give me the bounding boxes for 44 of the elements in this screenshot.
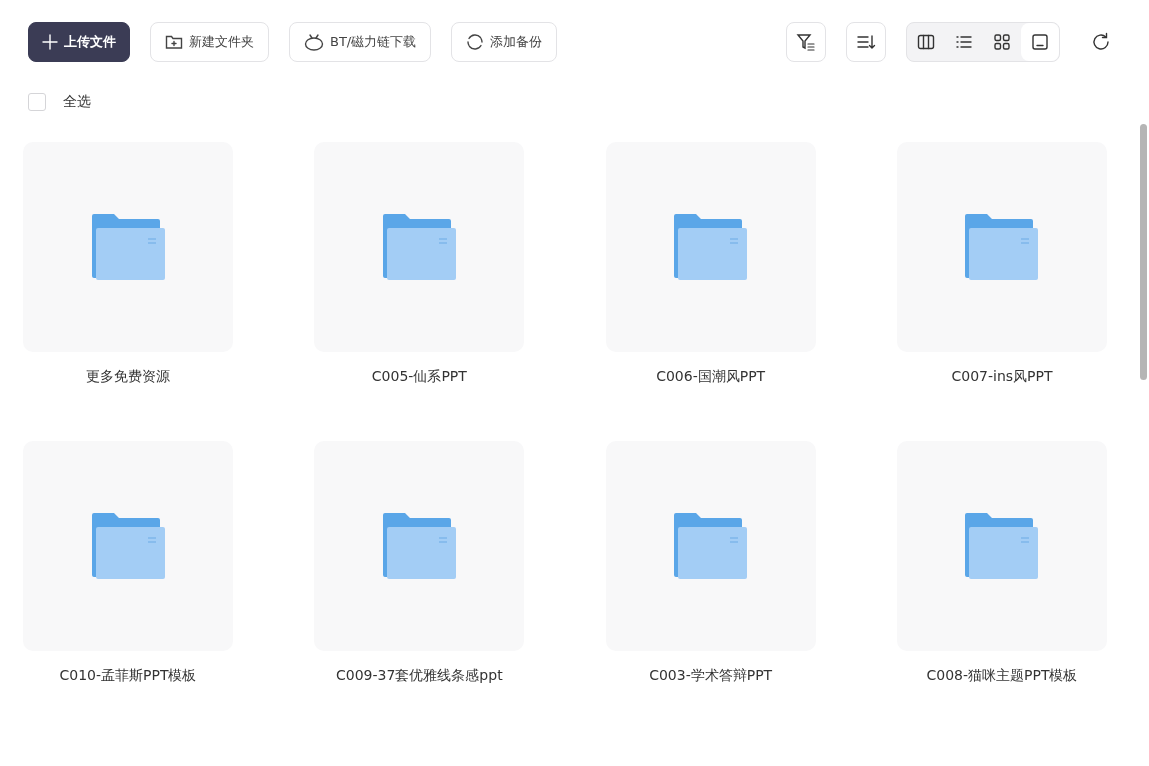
folder-name[interactable]: 更多免费资源 xyxy=(86,366,170,386)
folder-plus-icon xyxy=(165,34,183,50)
folder-card[interactable] xyxy=(314,441,525,651)
folder-name[interactable]: C010-孟菲斯PPT模板 xyxy=(59,665,197,685)
select-all-label[interactable]: 全选 xyxy=(63,93,91,111)
toolbar-button[interactable]: 新建文件夹 xyxy=(150,22,269,62)
folder-name[interactable]: C007-ins风PPT xyxy=(951,366,1053,386)
folder-icon xyxy=(382,214,456,280)
folder-icon xyxy=(965,214,1039,280)
sync-icon xyxy=(466,33,485,51)
folder-icon xyxy=(965,513,1039,579)
list-icon xyxy=(955,33,973,51)
toolbar-button[interactable]: 添加备份 xyxy=(451,22,558,62)
toolbar-button[interactable]: BT/磁力链下载 xyxy=(289,22,432,62)
folder-icon xyxy=(91,214,165,280)
refresh-icon xyxy=(1091,32,1111,52)
folder-card[interactable] xyxy=(605,142,816,352)
folder-card[interactable] xyxy=(23,441,233,651)
folder-name[interactable]: C009-37套优雅线条感ppt xyxy=(336,665,503,685)
folder-card[interactable] xyxy=(897,441,1107,651)
plus-icon xyxy=(42,34,58,50)
filter-button[interactable] xyxy=(786,22,826,62)
preview-icon xyxy=(1031,33,1049,51)
columns-icon xyxy=(917,33,935,51)
folder-name[interactable]: C008-猫咪主题PPT模板 xyxy=(926,665,1078,685)
folder-icon xyxy=(91,513,165,579)
folder-icon xyxy=(382,513,456,579)
folder-card[interactable] xyxy=(605,441,816,651)
sort-button[interactable] xyxy=(846,22,886,62)
folder-name[interactable]: C005-仙系PPT xyxy=(371,366,467,386)
scrollbar-thumb[interactable] xyxy=(1140,124,1147,380)
select-all-checkbox[interactable] xyxy=(28,93,46,111)
upload-button[interactable]: 上传文件 xyxy=(28,22,130,62)
folder-icon xyxy=(674,214,748,280)
folder-card[interactable] xyxy=(897,142,1107,352)
folder-card[interactable] xyxy=(314,142,525,352)
view-mode-button[interactable] xyxy=(1021,23,1059,61)
folder-icon xyxy=(674,513,748,579)
filter-icon xyxy=(796,32,816,52)
folder-name[interactable]: C003-学术答辩PPT xyxy=(649,665,773,685)
folder-card[interactable] xyxy=(23,142,233,352)
grid-icon xyxy=(993,33,1011,51)
sort-icon xyxy=(856,32,876,52)
folder-name[interactable]: C006-国潮风PPT xyxy=(656,366,766,386)
